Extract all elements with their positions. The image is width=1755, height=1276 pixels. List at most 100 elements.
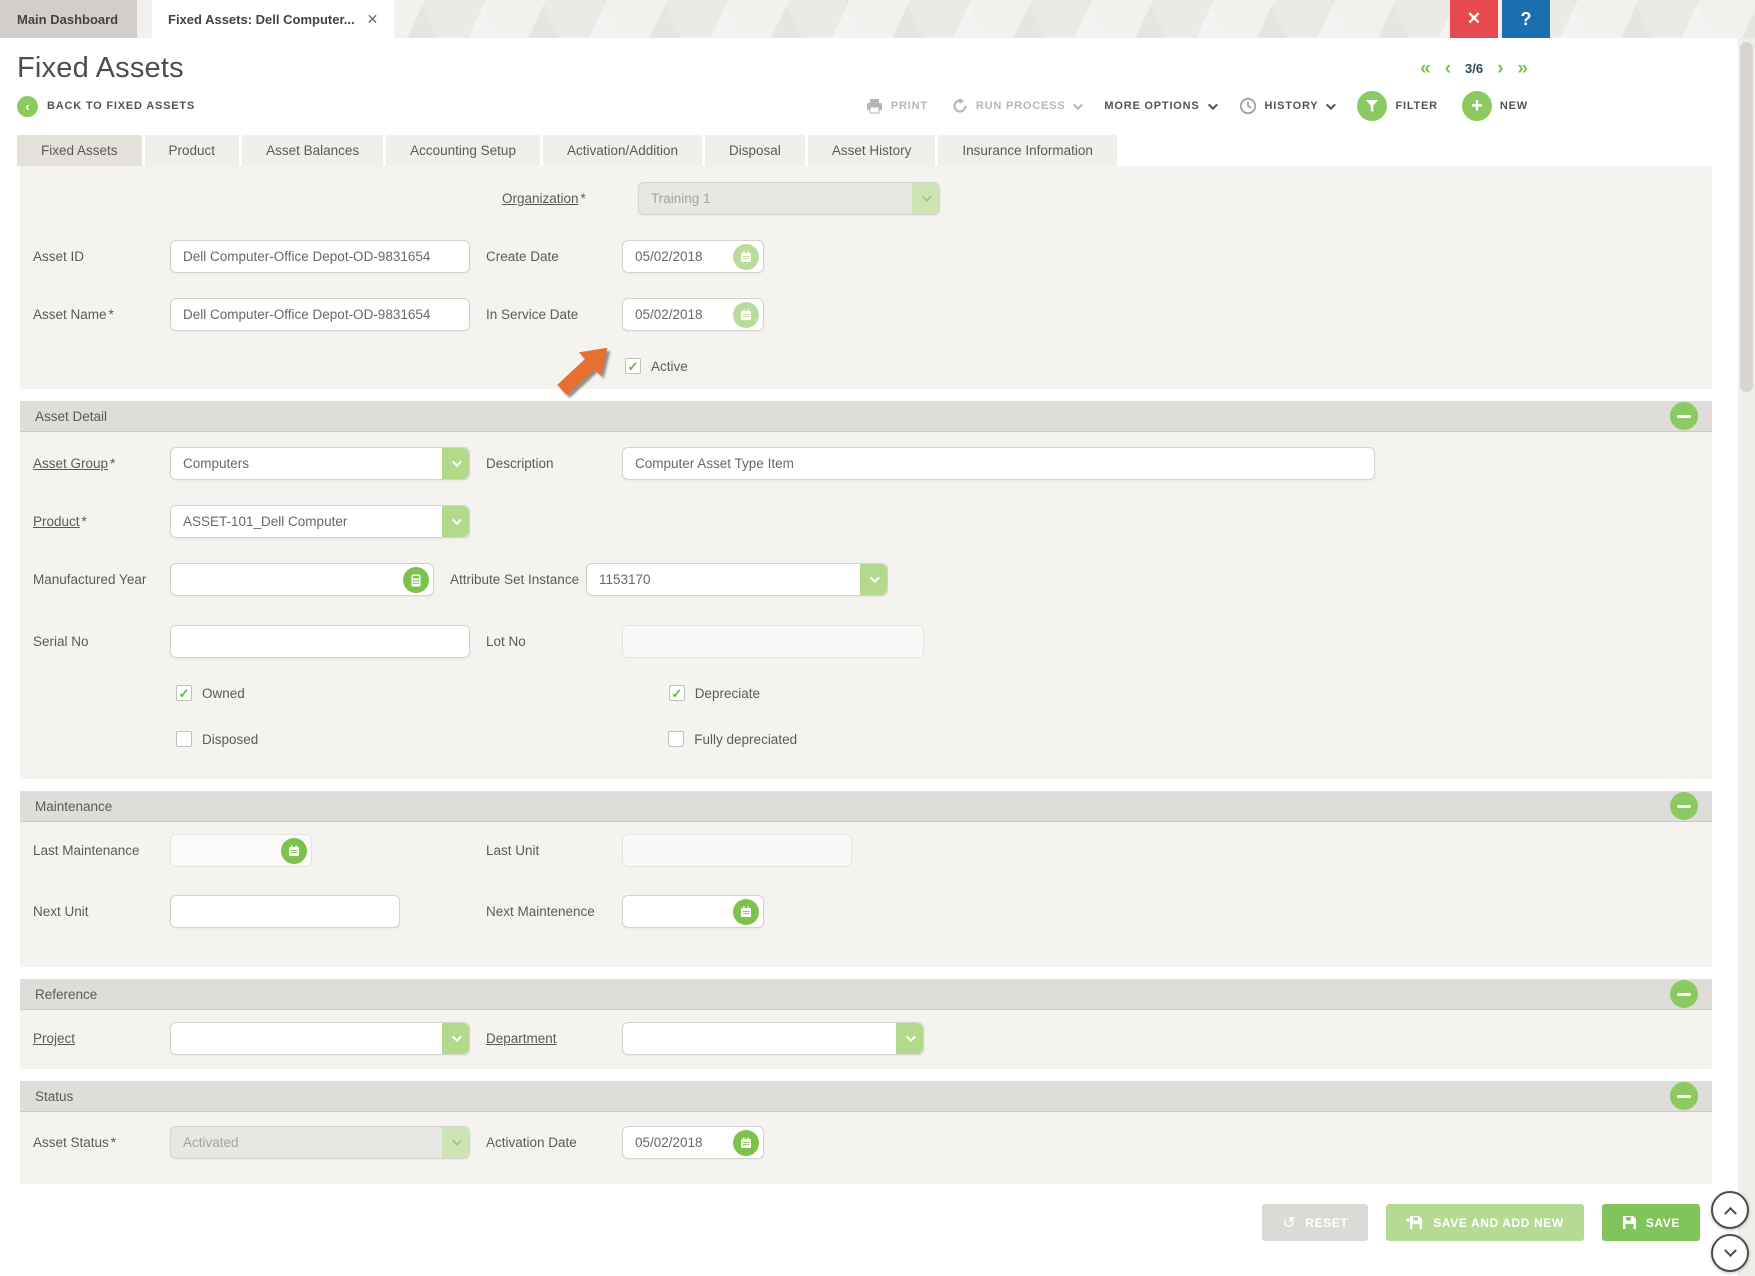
chevron-down-icon bbox=[452, 515, 462, 525]
tab-disposal[interactable]: Disposal bbox=[705, 135, 805, 166]
reset-label: RESET bbox=[1305, 1216, 1348, 1230]
asset-status-select[interactable]: Activated bbox=[170, 1126, 470, 1159]
chevron-down-icon bbox=[1326, 100, 1336, 110]
reset-button[interactable]: ↺ RESET bbox=[1262, 1204, 1368, 1241]
chevron-down-icon bbox=[922, 192, 932, 202]
calendar-icon[interactable] bbox=[733, 1130, 759, 1156]
asset-group-value: Computers bbox=[183, 456, 249, 471]
run-process-icon bbox=[952, 98, 968, 114]
project-select[interactable] bbox=[170, 1022, 470, 1055]
calendar-icon[interactable] bbox=[733, 899, 759, 925]
organization-select[interactable]: Training 1 bbox=[638, 182, 940, 215]
page-title: Fixed Assets bbox=[17, 52, 184, 85]
serial-no-input[interactable] bbox=[170, 625, 470, 658]
collapse-section-button[interactable] bbox=[1670, 402, 1698, 430]
save-and-add-new-button[interactable]: SAVE AND ADD NEW bbox=[1386, 1204, 1584, 1241]
in-service-date-label: In Service Date bbox=[486, 304, 622, 325]
tab-accounting-setup[interactable]: Accounting Setup bbox=[386, 135, 540, 166]
window-buttons: ✕ ? bbox=[1450, 0, 1550, 38]
tab-close-icon[interactable]: ✕ bbox=[367, 11, 379, 28]
asset-group-dropdown-button[interactable] bbox=[442, 448, 469, 479]
back-to-fixed-assets-link[interactable]: ‹ BACK TO FIXED ASSETS bbox=[17, 96, 195, 117]
product-select[interactable]: ASSET-101_Dell Computer bbox=[170, 505, 470, 538]
save-icon bbox=[1622, 1215, 1637, 1230]
scroll-down-button[interactable] bbox=[1711, 1234, 1749, 1272]
previous-record-icon[interactable]: ‹ bbox=[1445, 59, 1451, 78]
asset-name-input[interactable] bbox=[170, 298, 470, 331]
department-select[interactable] bbox=[622, 1022, 924, 1055]
collapse-section-button[interactable] bbox=[1670, 980, 1698, 1008]
manufactured-year-label: Manufactured Year bbox=[33, 569, 170, 590]
save-button[interactable]: SAVE bbox=[1602, 1204, 1700, 1241]
manufactured-year-input[interactable] bbox=[171, 564, 433, 595]
tab-main-dashboard[interactable]: Main Dashboard bbox=[0, 0, 137, 38]
serial-no-label: Serial No bbox=[33, 631, 170, 652]
record-position: 3/6 bbox=[1465, 61, 1483, 76]
history-button[interactable]: HISTORY bbox=[1239, 97, 1334, 115]
back-link-label: BACK TO FIXED ASSETS bbox=[47, 100, 195, 112]
create-date-label: Create Date bbox=[486, 246, 622, 267]
fully-depreciated-checkbox[interactable]: ✓ bbox=[668, 731, 684, 747]
asset-detail-section: Asset Detail Asset Group* Computers Desc… bbox=[20, 401, 1712, 779]
next-record-icon[interactable]: › bbox=[1497, 59, 1503, 78]
close-window-button[interactable]: ✕ bbox=[1450, 0, 1498, 38]
tab-product[interactable]: Product bbox=[145, 135, 240, 166]
calendar-icon[interactable] bbox=[733, 244, 759, 270]
owned-checkbox[interactable]: ✓ bbox=[176, 685, 192, 701]
project-dropdown-button[interactable] bbox=[442, 1023, 469, 1054]
scroll-up-button[interactable] bbox=[1711, 1191, 1749, 1229]
tab-fixed-assets-document[interactable]: Fixed Assets: Dell Computer... ✕ bbox=[152, 0, 394, 38]
next-unit-label: Next Unit bbox=[33, 901, 170, 922]
tab-fixed-assets[interactable]: Fixed Assets bbox=[17, 135, 142, 166]
last-unit-input[interactable] bbox=[622, 834, 852, 867]
attribute-set-instance-dropdown-button[interactable] bbox=[860, 564, 887, 595]
scrollbar-thumb[interactable] bbox=[1740, 42, 1753, 392]
help-button[interactable]: ? bbox=[1502, 0, 1550, 38]
tab-asset-balances[interactable]: Asset Balances bbox=[242, 135, 383, 166]
next-unit-input[interactable] bbox=[170, 895, 400, 928]
asset-id-input[interactable] bbox=[170, 240, 470, 273]
disposed-label: Disposed bbox=[202, 732, 258, 747]
maintenance-section: Maintenance Last Maintenance Last Unit bbox=[20, 791, 1712, 967]
more-options-button[interactable]: MORE OPTIONS bbox=[1104, 100, 1214, 112]
last-maintenance-label: Last Maintenance bbox=[33, 840, 170, 861]
calculator-icon[interactable] bbox=[403, 567, 429, 593]
reference-section: Reference Project Department bbox=[20, 979, 1712, 1069]
collapse-section-button[interactable] bbox=[1670, 792, 1698, 820]
vertical-scrollbar[interactable] bbox=[1738, 38, 1755, 1276]
depreciate-checkbox[interactable]: ✓ bbox=[669, 685, 685, 701]
asset-status-dropdown-button[interactable] bbox=[442, 1127, 469, 1158]
footer-actions: ↺ RESET SAVE AND ADD NEW SAVE bbox=[20, 1184, 1712, 1241]
calendar-icon[interactable] bbox=[281, 838, 307, 864]
asset-status-label: Asset Status* bbox=[33, 1132, 170, 1153]
chevron-down-icon bbox=[870, 573, 880, 583]
first-record-icon[interactable]: « bbox=[1420, 59, 1431, 78]
last-record-icon[interactable]: » bbox=[1517, 59, 1528, 78]
save-and-add-new-label: SAVE AND ADD NEW bbox=[1433, 1216, 1564, 1230]
tab-document-label: Fixed Assets: Dell Computer... bbox=[168, 12, 355, 27]
asset-group-select[interactable]: Computers bbox=[170, 447, 470, 480]
depreciate-label: Depreciate bbox=[695, 686, 760, 701]
disposed-checkbox[interactable]: ✓ bbox=[176, 731, 192, 747]
new-button[interactable]: + NEW bbox=[1462, 91, 1528, 121]
fixed-assets-page: Main Dashboard Fixed Assets: Dell Comput… bbox=[0, 0, 1755, 1276]
description-input[interactable] bbox=[622, 447, 1375, 480]
filter-button[interactable]: FILTER bbox=[1357, 91, 1437, 121]
tab-activation-addition[interactable]: Activation/Addition bbox=[543, 135, 702, 166]
chevron-down-icon bbox=[1724, 1244, 1737, 1257]
department-dropdown-button[interactable] bbox=[896, 1023, 923, 1054]
status-title: Status bbox=[35, 1089, 73, 1104]
organization-value: Training 1 bbox=[651, 191, 711, 206]
calendar-icon[interactable] bbox=[733, 302, 759, 328]
print-button[interactable]: PRINT bbox=[866, 98, 928, 114]
run-process-button[interactable]: RUN PROCESS bbox=[952, 98, 1080, 114]
tab-insurance-information[interactable]: Insurance Information bbox=[938, 135, 1117, 166]
activation-date-label: Activation Date bbox=[486, 1132, 622, 1153]
lot-no-input[interactable] bbox=[622, 625, 924, 658]
reference-header: Reference bbox=[20, 979, 1712, 1010]
organization-dropdown-button[interactable] bbox=[912, 183, 939, 214]
tab-asset-history[interactable]: Asset History bbox=[808, 135, 936, 166]
collapse-section-button[interactable] bbox=[1670, 1082, 1698, 1110]
attribute-set-instance-select[interactable]: 1153170 bbox=[586, 563, 888, 596]
product-dropdown-button[interactable] bbox=[442, 506, 469, 537]
